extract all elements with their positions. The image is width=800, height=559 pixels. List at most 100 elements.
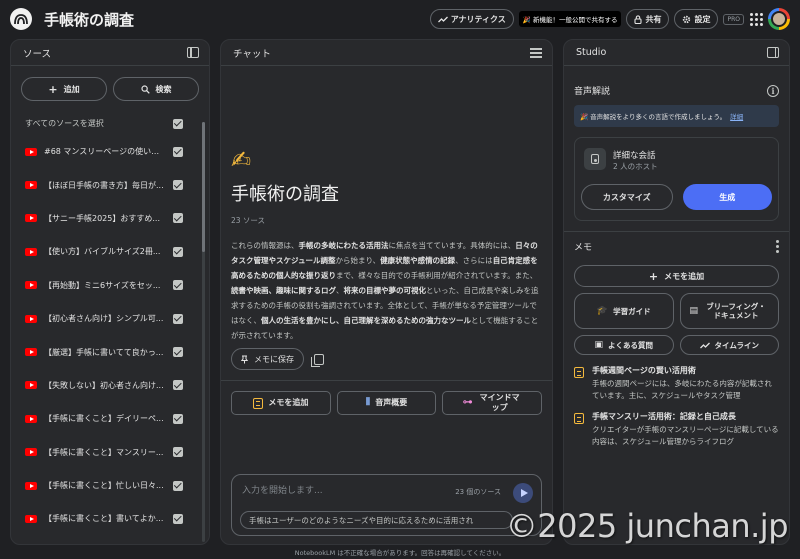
memo-note-item[interactable]: 手帳週間ページの賢い活用術 手帳の週間ページには、多岐にわたる内容が記載されてい… — [574, 355, 779, 401]
select-all-row[interactable]: すべてのソースを選択 — [11, 109, 209, 135]
source-checkbox[interactable] — [173, 246, 183, 257]
source-checkbox[interactable] — [173, 380, 183, 391]
source-label: 【失敗しない】初心者さん向け... — [44, 380, 164, 390]
audio-overview-button[interactable]: ⦀ 音声概要 — [336, 391, 437, 415]
trending-up-icon — [437, 16, 448, 22]
info-icon[interactable]: i — [767, 84, 779, 97]
input-source-count: 23 個のソース — [455, 488, 501, 496]
youtube-icon — [25, 247, 37, 256]
briefing-doc-button[interactable]: ▤ ブリーフィング・ドキュメント — [679, 293, 779, 329]
source-label: 【再始動】ミニ6サイズをセッ... — [44, 280, 161, 290]
notebooklm-logo-icon[interactable] — [10, 8, 32, 30]
source-checkbox[interactable] — [173, 213, 183, 224]
source-label: 【手帳に書くこと】書いてよか... — [44, 514, 164, 524]
source-item[interactable]: 【手帳に書くこと】デイリーペ... — [25, 402, 183, 435]
source-item[interactable]: 【手帳に書くこと】マンスリー... — [25, 436, 183, 469]
study-guide-label: 学習ガイド — [613, 306, 651, 316]
note-icon — [574, 367, 584, 378]
note-title: 手帳マンスリー活用術：記録と自己成長 — [592, 412, 736, 421]
youtube-icon — [25, 448, 37, 457]
plus-icon: + — [48, 82, 58, 96]
more-options-icon[interactable] — [776, 240, 779, 253]
gear-icon — [683, 15, 691, 23]
speaker-icon — [584, 148, 606, 170]
sources-scrollbar[interactable] — [202, 122, 205, 542]
notebook-summary: これらの情報源は、手帳の多岐にわたる活用法に焦点を当てています。具体的には、日々… — [231, 241, 539, 340]
mindmap-button[interactable]: ⊶ マインドマップ — [442, 391, 543, 415]
plus-icon: + — [648, 269, 659, 283]
source-checkbox[interactable] — [173, 180, 183, 191]
collapse-panel-icon[interactable] — [187, 47, 199, 58]
source-checkbox[interactable] — [173, 480, 183, 491]
source-label: 【手帳に書くこと】忙しい日々... — [44, 481, 164, 491]
add-source-button[interactable]: + 追加 — [21, 77, 107, 101]
source-checkbox[interactable] — [173, 146, 183, 157]
suggested-question[interactable]: 手帳はユーザーのどのようなニーズや目的に応えるために活用され — [240, 511, 513, 529]
note-text: 手帳の週間ページには、多岐にわたる内容が記載されています。主に、スケジュールやタ… — [592, 379, 772, 400]
source-item[interactable]: 【初心者さん向け】シンプル可... — [25, 302, 183, 335]
chat-panel: チャット ✍ 手帳術の調査 23 ソース これらの情報源は、手帳の多岐にわたる活… — [220, 39, 553, 545]
youtube-icon — [25, 147, 37, 156]
source-label: 【初心者さん向け】シンプル可... — [44, 314, 164, 324]
add-memo-button[interactable]: メモを追加 — [231, 391, 331, 415]
send-icon[interactable] — [513, 483, 533, 503]
timeline-button[interactable]: タイムライン — [679, 335, 779, 355]
source-item[interactable]: 【サニー手帳2025】おすすめ... — [25, 202, 183, 235]
source-checkbox[interactable] — [173, 313, 183, 324]
waveform-icon: ⦀ — [365, 397, 371, 408]
settings-button[interactable]: 設定 — [674, 9, 719, 29]
audio-card-subtitle: 2 人のホスト — [613, 162, 658, 171]
source-item[interactable]: 【再始動】ミニ6サイズをセッ... — [25, 269, 183, 302]
source-checkbox[interactable] — [173, 513, 183, 524]
studio-header: Studio — [564, 40, 789, 66]
source-label: 【厳選】手帳に書いてて良かっ... — [44, 347, 164, 357]
sources-panel: ソース + 追加 検索 すべてのソースを選択 #68 マンスリーページの使い方.… — [10, 39, 210, 545]
save-to-memo-button[interactable]: メモに保存 — [231, 348, 304, 370]
source-checkbox[interactable] — [173, 413, 183, 424]
source-item[interactable]: 【手帳に書くこと】忙しい日々... — [25, 469, 183, 502]
select-all-checkbox[interactable] — [173, 118, 183, 129]
analytics-button[interactable]: アナリティクス — [429, 9, 514, 29]
chat-input-box[interactable]: 入力を開始します... 23 個のソース 手帳はユーザーのどのようなニーズや目的… — [231, 474, 542, 536]
avatar[interactable] — [768, 8, 790, 30]
mindmap-icon: ⊶ — [462, 397, 473, 408]
copy-icon[interactable] — [311, 353, 324, 367]
notebook-title[interactable]: 手帳術の調査 — [44, 9, 134, 30]
note-text: クリエイターが手帳のマンスリーページに記載している内容は、スケジュール管理からラ… — [592, 425, 779, 446]
memo-note-item[interactable]: 手帳マンスリー活用術：記録と自己成長 クリエイターが手帳のマンスリーページに記載… — [574, 401, 779, 447]
audio-language-banner: 🎉 音声解説をより多くの言語で作成しましょう。 詳細 — [574, 105, 779, 127]
collapse-panel-icon[interactable] — [767, 47, 779, 58]
source-item[interactable]: 【手帳に書くこと】書いてよか... — [25, 502, 183, 535]
source-checkbox[interactable] — [173, 280, 183, 291]
source-label: 【使い方】バイブルサイズ2冊... — [44, 247, 161, 257]
select-all-label: すべてのソースを選択 — [25, 119, 104, 128]
new-feature-badge[interactable]: 🎉 新機能！一般公開で共有する — [518, 11, 622, 27]
note-icon — [574, 413, 584, 424]
customize-button[interactable]: カスタマイズ — [581, 184, 673, 210]
source-checkbox[interactable] — [173, 347, 183, 358]
plan-badge: PRO — [723, 13, 744, 25]
source-checkbox[interactable] — [173, 447, 183, 458]
timeline-label: タイムライン — [714, 340, 759, 350]
source-item[interactable]: 【ほぼ日手帳の書き方】毎日が... — [25, 168, 183, 201]
study-guide-button[interactable]: 🎓 学習ガイド — [574, 293, 674, 329]
studio-add-memo-button[interactable]: + メモを追加 — [574, 265, 779, 287]
memo-title: メモ — [574, 243, 593, 253]
graduation-cap-icon: 🎓 — [596, 305, 609, 316]
tune-settings-icon[interactable] — [530, 48, 542, 58]
banner-detail-link[interactable]: 詳細 — [730, 111, 743, 121]
source-item[interactable]: 【使い方】バイブルサイズ2冊... — [25, 235, 183, 268]
sources-header: ソース — [11, 40, 209, 66]
generate-button[interactable]: 生成 — [682, 184, 772, 210]
faq-button[interactable]: ▣ よくある質問 — [574, 335, 674, 355]
share-label: 共有 — [645, 14, 662, 24]
apps-grid-icon[interactable] — [749, 12, 763, 26]
source-item[interactable]: 【失敗しない】初心者さん向け... — [25, 369, 183, 402]
source-item[interactable]: 【厳選】手帳に書いてて良かっ... — [25, 335, 183, 368]
note-icon — [253, 397, 264, 409]
source-list: #68 マンスリーページの使い方... 【ほぼ日手帳の書き方】毎日が... 【サ… — [11, 135, 209, 536]
share-button[interactable]: 共有 — [626, 9, 670, 29]
source-item[interactable]: #68 マンスリーページの使い方... — [25, 135, 183, 168]
search-source-button[interactable]: 検索 — [113, 77, 199, 101]
lock-icon — [634, 14, 643, 24]
